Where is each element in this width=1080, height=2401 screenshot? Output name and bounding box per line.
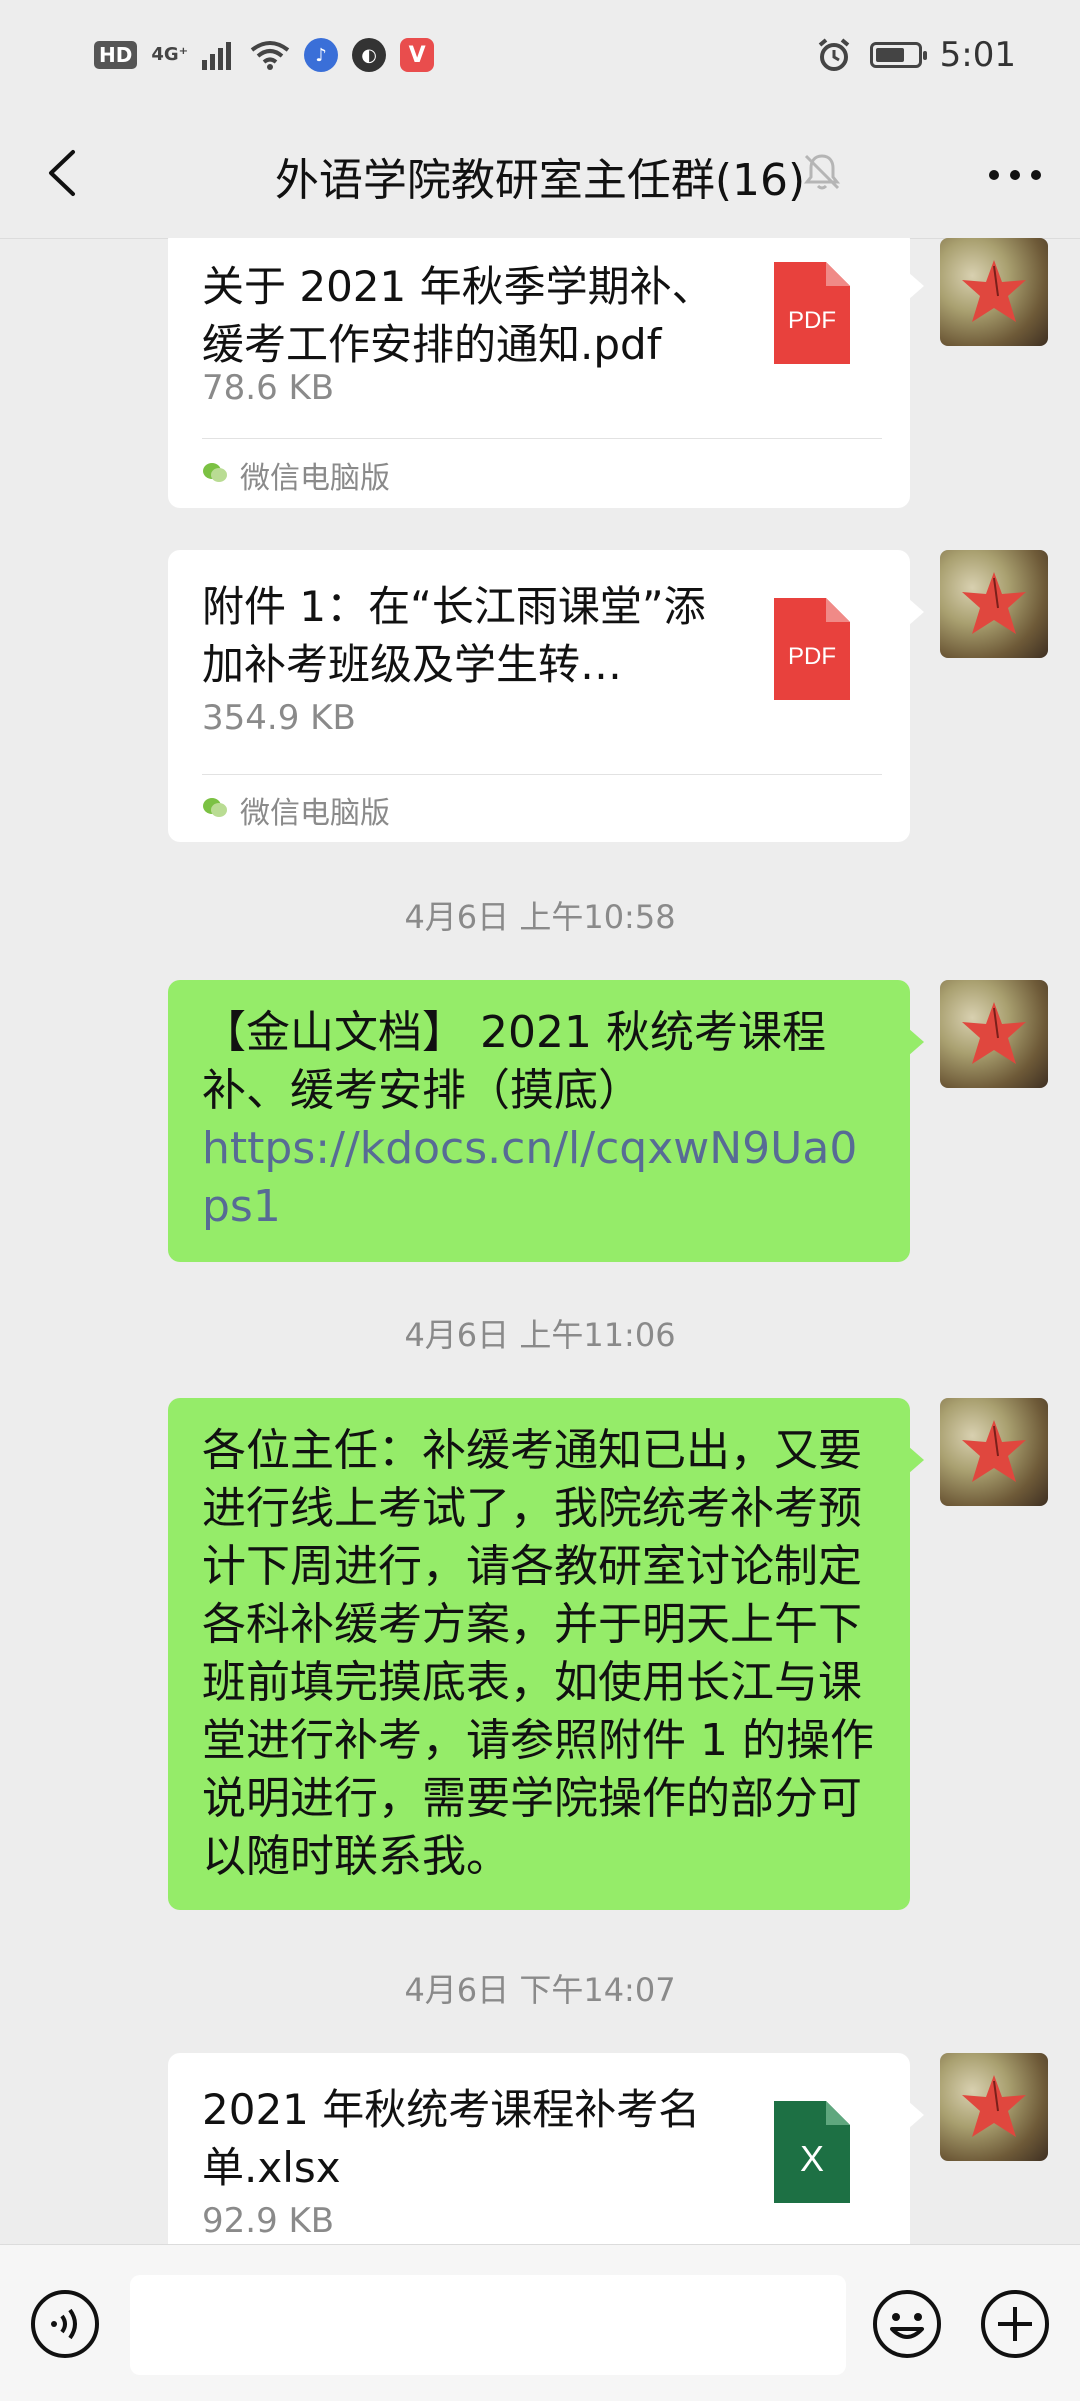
- source-label: 微信电脑版: [240, 461, 390, 496]
- music-app-icon: ♪: [304, 38, 339, 72]
- file-message-card[interactable]: 关于 2021 年秋季学期补、缓考工作安排的通知.pdf 78.6 KB 微信电…: [168, 238, 910, 508]
- message-list[interactable]: 关于 2021 年秋季学期补、缓考工作安排的通知.pdf 78.6 KB 微信电…: [0, 238, 1080, 2244]
- file-name: 关于 2021 年秋季学期补、缓考工作安排的通知.pdf: [202, 262, 714, 369]
- user-avatar[interactable]: [940, 238, 1048, 346]
- text-message-bubble[interactable]: 各位主任：补缓考通知已出，又要进行线上考试了，我院统考补考预计下周进行，请各教研…: [168, 1398, 910, 1910]
- svg-text:PDF: PDF: [788, 307, 836, 334]
- user-avatar[interactable]: [940, 980, 1048, 1088]
- status-bar: HD 4G⁺ ♪ ◐ V 5:01: [0, 0, 1080, 110]
- file-name: 附件 1：在“长江雨课堂”添加补考班级及学生转…: [202, 582, 706, 689]
- file-message-card[interactable]: 2021 年秋统考课程补考名单.xlsx 92.9 KB X: [168, 2053, 910, 2244]
- user-avatar[interactable]: [940, 1398, 1048, 1506]
- svg-text:PDF: PDF: [788, 643, 836, 670]
- file-source: 微信电脑版: [202, 788, 390, 832]
- input-bar: [0, 2244, 1080, 2401]
- battery-icon: [869, 42, 927, 68]
- file-source: 微信电脑版: [202, 453, 390, 497]
- file-size: 78.6 KB: [202, 368, 335, 408]
- bubble-tail: [908, 1028, 924, 1056]
- file-size: 92.9 KB: [202, 2201, 335, 2241]
- user-avatar[interactable]: [940, 550, 1048, 658]
- chat-title: 外语学院教研室主任群(16): [274, 155, 806, 206]
- message-link[interactable]: https://kdocs.cn/l/cqxwN9Ua0ps1: [202, 1123, 857, 1232]
- voice-input-icon[interactable]: [30, 2289, 100, 2359]
- status-left-icons: HD 4G⁺ ♪ ◐ V: [94, 30, 435, 80]
- network-type-icon: 4G⁺: [151, 44, 189, 65]
- card-divider: [202, 438, 882, 439]
- pdf-file-icon: PDF: [774, 262, 850, 364]
- alarm-icon: [816, 37, 852, 73]
- timestamp: 4月6日 上午11:06: [404, 1316, 676, 1354]
- bubble-tail: [908, 2101, 924, 2129]
- pdf-file-icon: PDF: [774, 598, 850, 700]
- chat-header: 外语学院教研室主任群(16): [0, 110, 1080, 239]
- svg-text:X: X: [800, 2138, 824, 2179]
- timestamp: 4月6日 上午10:58: [404, 898, 676, 936]
- text-message-bubble[interactable]: 【金山文档】 2021 秋统考课程补、缓考安排（摸底） https://kdoc…: [168, 980, 910, 1262]
- timestamp: 4月6日 下午14:07: [404, 1971, 676, 2009]
- file-name: 2021 年秋统考课程补考名单.xlsx: [202, 2085, 701, 2192]
- source-label: 微信电脑版: [240, 796, 390, 831]
- message-text: 【金山文档】 2021 秋统考课程补、缓考安排（摸底）: [202, 1007, 826, 1116]
- wifi-icon: [250, 40, 290, 70]
- hd-icon: HD: [94, 41, 138, 69]
- status-right-icons: 5:01: [816, 30, 1016, 80]
- file-size: 354.9 KB: [202, 698, 356, 738]
- more-options-icon[interactable]: [980, 140, 1050, 210]
- message-text: 各位主任：补缓考通知已出，又要进行线上考试了，我院统考补考预计下周进行，请各教研…: [202, 1425, 874, 1882]
- bubble-tail: [908, 272, 924, 300]
- ball-app-icon: ◐: [352, 38, 387, 72]
- mute-bell-icon: [800, 150, 844, 194]
- user-avatar[interactable]: [940, 2053, 1048, 2161]
- excel-file-icon: X: [774, 2101, 850, 2203]
- wechat-icon: [202, 458, 228, 493]
- wechat-icon: [202, 793, 228, 828]
- video-app-icon: V: [400, 38, 435, 72]
- bubble-tail: [908, 1446, 924, 1474]
- signal-icon: [202, 40, 236, 70]
- status-time: 5:01: [939, 35, 1016, 75]
- plus-icon[interactable]: [980, 2289, 1050, 2359]
- bubble-tail: [908, 598, 924, 626]
- message-input[interactable]: [130, 2275, 846, 2375]
- emoji-icon[interactable]: [872, 2289, 942, 2359]
- file-message-card[interactable]: 附件 1：在“长江雨课堂”添加补考班级及学生转… 354.9 KB 微信电脑版 …: [168, 550, 910, 842]
- card-divider: [202, 774, 882, 775]
